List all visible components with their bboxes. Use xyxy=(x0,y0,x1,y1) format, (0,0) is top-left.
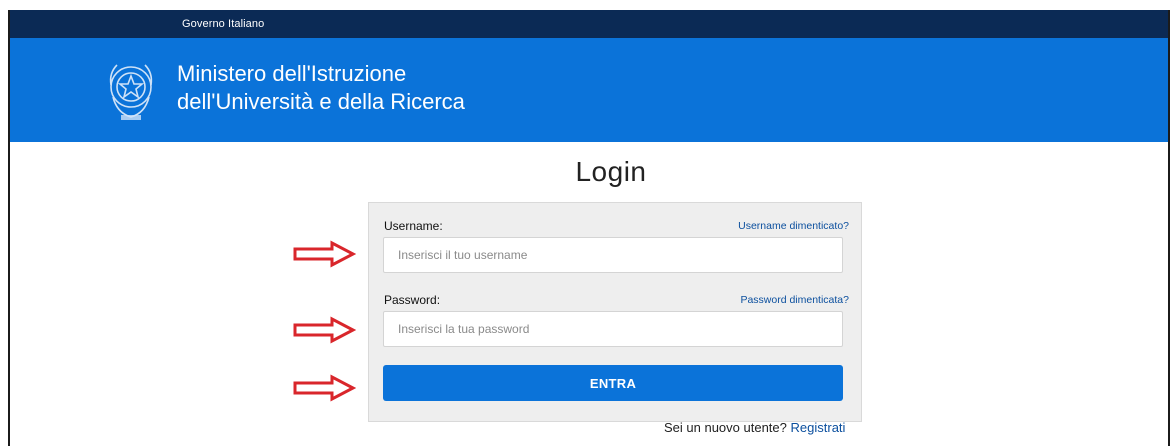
username-input[interactable] xyxy=(383,237,843,273)
page-frame: Governo Italiano Ministero dell'Istruzio… xyxy=(8,10,1170,446)
page-title: Login xyxy=(575,156,647,187)
ministry-title[interactable]: Ministero dell'Istruzione dell'Universit… xyxy=(177,60,465,116)
government-bar: Governo Italiano xyxy=(10,10,1168,38)
italian-republic-emblem-icon[interactable] xyxy=(107,57,155,123)
red-arrow-icon xyxy=(293,240,356,268)
register-prompt-text: Sei un nuovo utente? xyxy=(664,420,787,435)
register-prompt: Sei un nuovo utente? Registrati xyxy=(664,420,845,435)
password-label: Password: xyxy=(384,293,441,307)
ministry-header: Ministero dell'Istruzione dell'Universit… xyxy=(10,38,1168,142)
forgot-password-link[interactable]: Password dimenticata? xyxy=(740,294,849,306)
login-submit-button[interactable]: ENTRA xyxy=(383,365,843,401)
ministry-title-line-1: Ministero dell'Istruzione xyxy=(177,61,407,86)
ministry-title-line-2: dell'Università e della Ricerca xyxy=(177,89,465,114)
username-label: Username: xyxy=(384,219,443,233)
red-arrow-icon xyxy=(293,316,356,344)
red-arrow-icon xyxy=(293,374,356,402)
password-input[interactable] xyxy=(383,311,843,347)
login-form: Username: Username dimenticato? Password… xyxy=(368,202,862,422)
government-bar-label[interactable]: Governo Italiano xyxy=(182,18,264,30)
forgot-username-link[interactable]: Username dimenticato? xyxy=(738,220,849,232)
register-link[interactable]: Registrati xyxy=(791,420,846,435)
